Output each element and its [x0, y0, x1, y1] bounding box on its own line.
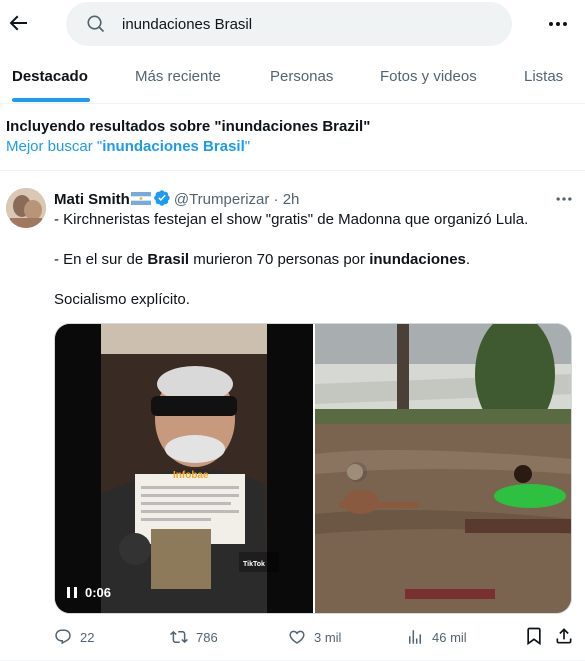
views-count: 46 mil — [432, 629, 467, 645]
search-input[interactable] — [122, 2, 492, 46]
heart-icon — [289, 630, 305, 644]
reply-button[interactable]: 22 — [54, 626, 94, 648]
search-tabs: Destacado Más reciente Personas Fotos y … — [0, 52, 585, 104]
search-instead-prefix: Mejor buscar — [6, 138, 97, 155]
text-segment: murieron 70 personas por — [189, 251, 370, 268]
like-button[interactable]: 3 mil — [288, 626, 341, 648]
top-bar — [0, 0, 585, 48]
tab-personas[interactable]: Personas — [270, 52, 333, 104]
author-handle[interactable]: @Trumperizar — [174, 191, 270, 208]
views-icon — [409, 630, 421, 644]
search-box[interactable] — [66, 2, 512, 46]
tweet-actions: 22 786 3 mil 46 mil — [54, 626, 574, 648]
video-player[interactable]: Infobae TikTok 0:06 — [55, 324, 313, 613]
quote-close: " — [244, 138, 251, 155]
views-button[interactable]: 46 mil — [406, 626, 467, 648]
reply-count: 22 — [80, 629, 95, 645]
reply-icon — [55, 629, 71, 645]
repost-button[interactable]: 786 — [170, 626, 218, 648]
flood-photo[interactable] — [315, 324, 571, 613]
flood-photo-image — [315, 324, 571, 613]
tweet-text-line-1: - Kirchneristas festejan el show "gratis… — [54, 211, 529, 228]
search-icon — [87, 15, 105, 33]
tab-destacado[interactable]: Destacado — [12, 52, 88, 104]
including-results-text: Incluyendo resultados sobre "inundacione… — [6, 118, 371, 135]
tweet-media: Infobae TikTok 0:06 — [54, 323, 572, 614]
tweet-time[interactable]: 2h — [283, 191, 300, 208]
tweet-text-line-2: - En el sur de Brasil murieron 70 person… — [54, 250, 470, 270]
tab-listas[interactable]: Listas — [524, 52, 563, 104]
pause-icon[interactable] — [67, 587, 77, 598]
infobae-watermark: Infobae — [173, 470, 209, 481]
tweet-more-icon[interactable] — [554, 189, 574, 209]
spelling-notice: Incluyendo resultados sobre "inundacione… — [6, 117, 576, 157]
tab-mas-reciente[interactable]: Más reciente — [135, 52, 221, 104]
suggested-query[interactable]: inundaciones Brasil — [102, 138, 245, 155]
tab-fotos-y-videos[interactable]: Fotos y videos — [380, 52, 477, 104]
tweet-header: Mati Smith @Trumperizar · 2h — [54, 189, 299, 209]
tiktok-watermark: TikTok — [243, 561, 265, 568]
highlighted-term: inundaciones — [369, 251, 466, 268]
author-name[interactable]: Mati Smith — [54, 191, 130, 208]
divider — [0, 170, 585, 171]
video-timer[interactable]: 0:06 — [67, 583, 111, 603]
repost-icon — [170, 630, 188, 644]
avatar[interactable] — [6, 188, 46, 228]
repost-count: 786 — [196, 629, 218, 645]
share-icon[interactable] — [554, 626, 574, 646]
arrow-left-icon[interactable] — [6, 11, 30, 35]
tweet-separator: · — [273, 191, 279, 208]
active-tab-indicator — [12, 98, 90, 102]
like-count: 3 mil — [314, 629, 342, 645]
more-horizontal-icon[interactable] — [546, 12, 570, 36]
text-segment: . — [465, 251, 471, 268]
argentina-flag-icon — [130, 192, 151, 205]
video-time-text: 0:06 — [85, 585, 112, 600]
verified-badge-icon — [153, 190, 170, 206]
search-instead-link[interactable]: Mejor buscar "inundaciones Brasil" — [6, 137, 576, 157]
video-frame-image — [55, 324, 313, 613]
text-segment: - En el sur de — [54, 251, 148, 268]
tweet-text-line-3: Socialismo explícito. — [54, 291, 190, 308]
highlighted-term: Brasil — [147, 251, 190, 268]
bookmark-icon[interactable] — [524, 626, 544, 646]
